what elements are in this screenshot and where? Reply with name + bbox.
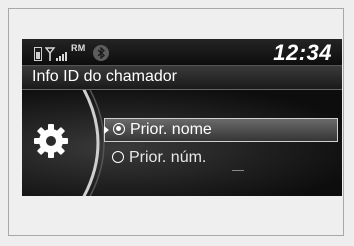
option-prior-nome[interactable]: Prior. nome — [104, 118, 338, 142]
display-screen: RM 12:34 Info ID do chamador Prior. nome… — [22, 39, 342, 196]
settings-content: Prior. nome Prior. núm. — [22, 90, 342, 196]
menu-arc — [82, 90, 105, 196]
selection-pointer-icon — [104, 126, 109, 134]
signal-icon: RM — [44, 43, 85, 62]
title-bar: Info ID do chamador — [22, 65, 342, 90]
roaming-label: RM — [71, 43, 86, 53]
radio-unselected-icon[interactable] — [112, 151, 124, 163]
radio-selected-icon[interactable] — [113, 123, 125, 135]
gear-icon — [34, 124, 68, 158]
scroll-indicator — [232, 170, 244, 171]
option-label: Prior. núm. — [129, 149, 207, 166]
status-bar: RM 12:34 — [22, 39, 342, 65]
option-label: Prior. nome — [130, 121, 212, 138]
option-prior-num[interactable]: Prior. núm. — [104, 147, 338, 171]
battery-icon — [34, 47, 42, 61]
screen-title: Info ID do chamador — [32, 68, 177, 85]
clock: 12:34 — [273, 40, 332, 65]
bluetooth-icon — [93, 45, 109, 61]
